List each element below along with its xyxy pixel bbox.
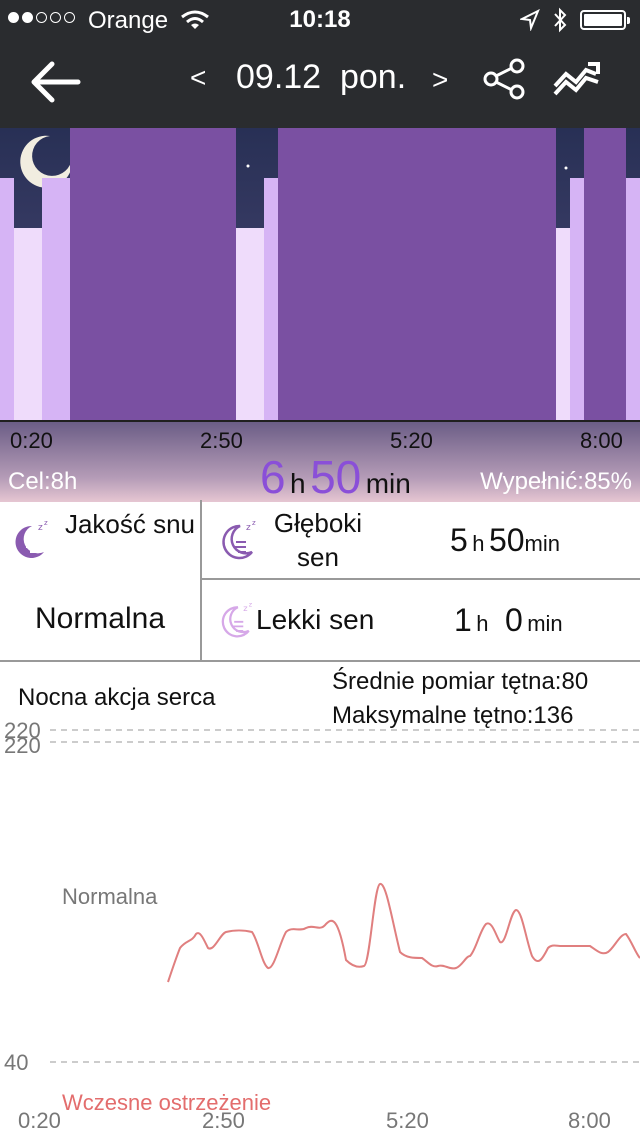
share-icon[interactable] [482,58,528,100]
minutes-unit: min [365,468,411,499]
hours-unit: h [476,611,489,636]
awake-bar [556,228,570,420]
light-sleep-minutes: 0 [504,602,523,638]
awake-bar [14,228,42,420]
sleep-quality-value: Normalna [34,602,166,635]
deep-sleep-icon: z z [216,518,260,562]
sleep-summary-bar: 0:20 2:50 5:20 8:00 Cel:8h 6 h 50 min Wy… [0,420,640,504]
total-sleep-time: 6 h 50 min [260,450,411,504]
clock: 10:18 [289,6,351,33]
y-axis-bottom-label: 40 [4,1050,29,1075]
light-sleep-duration: 1 h 0 min [454,602,563,639]
light-sleep-bar [0,178,14,420]
sleep-stats-panel: z z Jakość snu Normalna z z Głęboki sen … [0,500,640,662]
hours-unit: h [472,531,485,556]
svg-text:z: z [249,601,253,608]
x-axis-tick: 8:00 [568,1108,611,1133]
light-sleep-bar [570,178,584,420]
svg-text:z: z [243,603,247,613]
svg-text:z: z [38,523,43,533]
back-arrow-icon[interactable] [28,56,84,108]
light-sleep-bar [626,178,640,420]
total-hours: 6 [260,451,286,503]
divider [202,578,640,580]
total-minutes: 50 [310,451,362,503]
light-sleep-icon: z z [216,600,256,640]
light-sleep-label: Lekki sen [256,604,375,635]
minutes-unit: min [527,611,563,636]
heart-rate-title: Nocna akcja serca [18,684,216,711]
bluetooth-icon [552,7,568,38]
x-axis-tick: 5:20 [386,1108,429,1133]
time-tick: 2:50 [200,428,243,453]
deep-sleep-label: Głęboki sen [273,508,363,572]
status-bar: Orange 10:18 [0,0,640,40]
svg-text:z: z [44,519,48,527]
x-axis-tick: 2:50 [202,1108,245,1133]
next-day-button[interactable]: > [432,64,448,96]
trend-chart-icon[interactable] [552,60,602,100]
previous-day-button[interactable]: < [190,62,206,94]
deep-sleep-duration: 5 h 50min [450,522,560,559]
divider [200,500,202,660]
light-sleep-bar [42,178,70,420]
time-tick: 0:20 [10,428,53,453]
sleep-stages-chart [0,128,640,420]
deep-sleep-hours: 5 [450,522,468,558]
minutes-unit: min [524,531,560,556]
deep-sleep-bar [70,128,236,420]
sleep-goal: Cel:8h [8,468,78,495]
time-tick: 8:00 [580,428,623,453]
light-sleep-bar [264,178,278,420]
heart-rate-chart [0,720,640,1136]
awake-bar [236,228,264,420]
svg-text:z: z [252,519,256,527]
navigation-bar: < 09.12 pon. > [0,40,640,128]
normal-zone-label: Normalna [62,884,158,909]
location-icon [518,8,540,36]
fill-percentage: Wypełnić:85% [480,468,632,495]
deep-sleep-bar [584,128,626,420]
sleep-quality-icon: z z [8,518,52,562]
sleep-quality-label: Jakość snu [64,509,196,539]
light-sleep-hours: 1 [454,602,472,638]
average-heart-rate: Średnie pomiar tętna:80 [332,668,589,695]
current-date: 09.12 pon. [236,58,407,96]
y-axis-top-label: 220 [4,733,41,758]
svg-text:z: z [246,523,251,533]
x-axis-tick: 0:20 [18,1108,61,1133]
hours-unit: h [290,468,306,499]
battery-icon [580,10,630,30]
heart-rate-line [167,882,640,983]
deep-sleep-minutes: 50 [488,522,525,558]
deep-sleep-bar [278,128,556,420]
